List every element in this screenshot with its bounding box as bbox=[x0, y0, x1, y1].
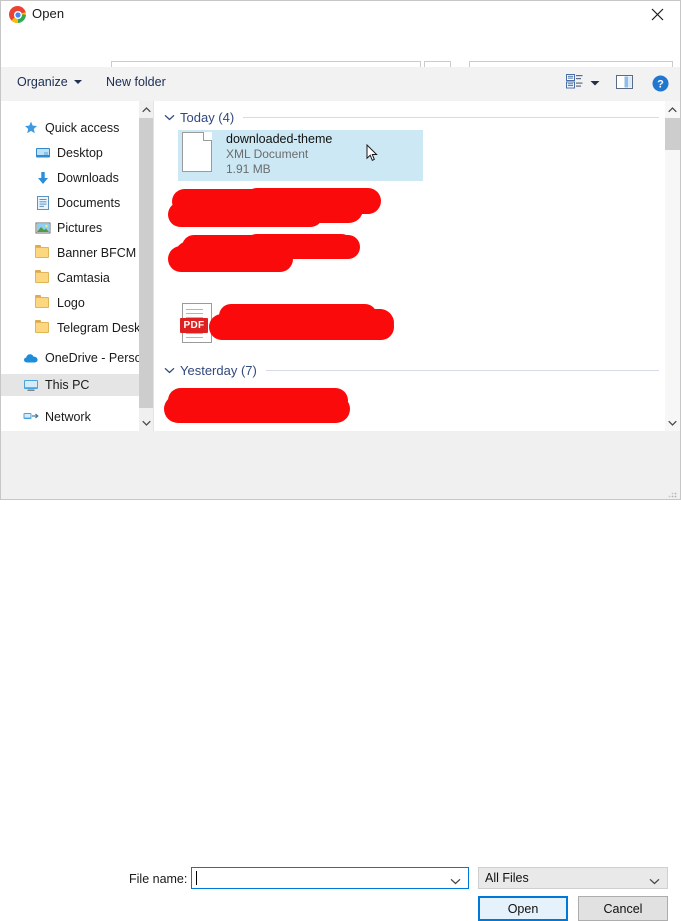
folder-icon bbox=[35, 295, 51, 311]
open-button[interactable]: Open bbox=[478, 896, 568, 921]
cancel-button-label: Cancel bbox=[603, 901, 643, 916]
open-file-dialog: Open › This PC › Downloads › bbox=[0, 0, 681, 921]
network-icon bbox=[23, 409, 39, 425]
group-header-today[interactable]: Today (4) bbox=[164, 110, 659, 125]
chevron-down-icon[interactable] bbox=[665, 414, 680, 431]
redaction-mark bbox=[164, 395, 350, 423]
sidebar-item-camtasia[interactable]: Camtasia bbox=[1, 267, 139, 289]
group-label: Today (4) bbox=[180, 110, 235, 125]
sidebar-item-label: Quick access bbox=[45, 121, 120, 135]
file-type-filter-dropdown[interactable]: All Files bbox=[478, 867, 668, 889]
sidebar-item-label: OneDrive - Person bbox=[45, 351, 139, 365]
file-name-label: File name: bbox=[129, 872, 188, 886]
pictures-icon bbox=[35, 220, 51, 236]
group-separator-line bbox=[265, 370, 659, 371]
sidebar-item-label: Pictures bbox=[57, 221, 103, 235]
text-caret bbox=[196, 871, 197, 885]
onedrive-cloud-icon bbox=[23, 350, 39, 366]
change-view-icon bbox=[566, 74, 583, 92]
title-bar: Open bbox=[1, 1, 680, 28]
downloads-arrow-icon bbox=[35, 170, 51, 186]
cancel-button[interactable]: Cancel bbox=[578, 896, 668, 921]
organize-label: Organize bbox=[17, 75, 68, 89]
sidebar-item-network[interactable]: Network bbox=[1, 406, 139, 428]
file-type-filter-value: All Files bbox=[485, 871, 529, 885]
close-icon[interactable] bbox=[635, 1, 680, 28]
new-folder-button[interactable]: New folder bbox=[106, 75, 166, 89]
chevron-down-icon bbox=[73, 80, 82, 84]
svg-text:?: ? bbox=[657, 79, 664, 91]
new-folder-label: New folder bbox=[106, 75, 166, 89]
redaction-mark bbox=[175, 241, 287, 269]
sidebar-item-label: Downloads bbox=[57, 171, 119, 185]
sidebar-scrollbar-thumb[interactable] bbox=[139, 118, 154, 408]
help-icon[interactable]: ? bbox=[652, 75, 669, 95]
sidebar-item-label: Logo bbox=[57, 296, 85, 310]
file-name: downloaded-theme bbox=[226, 132, 333, 146]
organize-button[interactable]: Organize bbox=[17, 75, 82, 89]
navigation-bar: › This PC › Downloads › Search Downloads bbox=[1, 28, 680, 88]
file-size: 1.91 MB bbox=[226, 162, 271, 176]
sidebar-item-documents[interactable]: Documents bbox=[1, 192, 139, 214]
change-view-button[interactable] bbox=[566, 74, 600, 92]
redaction-mark bbox=[173, 195, 363, 223]
sidebar-item-telegram-desktop[interactable]: Telegram Deskto bbox=[1, 317, 139, 339]
sidebar-scrollbar[interactable] bbox=[139, 101, 154, 431]
folder-icon bbox=[35, 245, 51, 261]
sidebar-item-logo[interactable]: Logo bbox=[1, 292, 139, 314]
sidebar-item-label: Desktop bbox=[57, 146, 103, 160]
bottom-bar: File name: All Files Open Cancel bbox=[1, 431, 680, 921]
this-pc-icon bbox=[23, 377, 39, 393]
sidebar-item-label: This PC bbox=[45, 378, 90, 392]
window-title: Open bbox=[32, 6, 65, 21]
file-item-downloaded-theme[interactable]: downloaded-theme XML Document 1.91 MB bbox=[178, 130, 423, 181]
pdf-badge: PDF bbox=[180, 318, 208, 333]
file-name-dropdown-icon[interactable] bbox=[450, 874, 461, 888]
sidebar-item-downloads[interactable]: Downloads bbox=[1, 167, 139, 189]
chevron-up-icon[interactable] bbox=[665, 101, 680, 118]
quick-access-star-icon bbox=[23, 120, 39, 136]
file-type: XML Document bbox=[226, 147, 309, 161]
folder-icon bbox=[35, 320, 51, 336]
redaction-mark bbox=[226, 309, 394, 337]
sidebar-item-banner-bfcm[interactable]: Banner BFCM 20 bbox=[1, 242, 139, 264]
desktop-icon bbox=[35, 145, 51, 161]
navigation-pane: Quick access Desktop Downloads Documents… bbox=[1, 101, 139, 431]
group-separator-line bbox=[243, 117, 659, 118]
sidebar-item-pictures[interactable]: Pictures bbox=[1, 217, 139, 239]
group-header-yesterday[interactable]: Yesterday (7) bbox=[164, 363, 659, 378]
sidebar-item-quick-access[interactable]: Quick access bbox=[1, 117, 139, 139]
open-button-label: Open bbox=[507, 901, 539, 916]
chevron-up-icon[interactable] bbox=[139, 101, 154, 118]
view-dropdown-icon[interactable] bbox=[590, 76, 600, 90]
preview-pane-icon[interactable] bbox=[616, 75, 634, 93]
chevron-down-icon[interactable] bbox=[649, 874, 660, 888]
chrome-icon bbox=[9, 6, 26, 23]
sidebar-item-label: Documents bbox=[57, 196, 121, 210]
chevron-down-icon[interactable] bbox=[164, 365, 175, 377]
documents-icon bbox=[35, 195, 51, 211]
folder-icon bbox=[35, 270, 51, 286]
sidebar-item-this-pc[interactable]: This PC bbox=[1, 374, 139, 396]
file-list-scrollbar-thumb[interactable] bbox=[665, 118, 680, 150]
sidebar-item-label: Banner BFCM 20 bbox=[57, 246, 139, 260]
sidebar-item-label: Telegram Deskto bbox=[57, 321, 139, 335]
resize-grip-icon[interactable] bbox=[667, 487, 677, 498]
chevron-down-icon[interactable] bbox=[139, 414, 154, 431]
group-label: Yesterday (7) bbox=[180, 363, 257, 378]
sidebar-item-label: Network bbox=[45, 410, 91, 424]
file-list-scrollbar[interactable] bbox=[665, 101, 680, 431]
sidebar-item-onedrive[interactable]: OneDrive - Person bbox=[1, 347, 139, 369]
sidebar-item-desktop[interactable]: Desktop bbox=[1, 142, 139, 164]
file-name-input[interactable] bbox=[191, 867, 469, 889]
chevron-down-icon[interactable] bbox=[164, 112, 175, 124]
file-list-pane[interactable]: Today (4) downloaded-theme XML Document … bbox=[154, 101, 665, 431]
sidebar-item-label: Camtasia bbox=[57, 271, 110, 285]
xml-document-icon bbox=[178, 130, 218, 176]
